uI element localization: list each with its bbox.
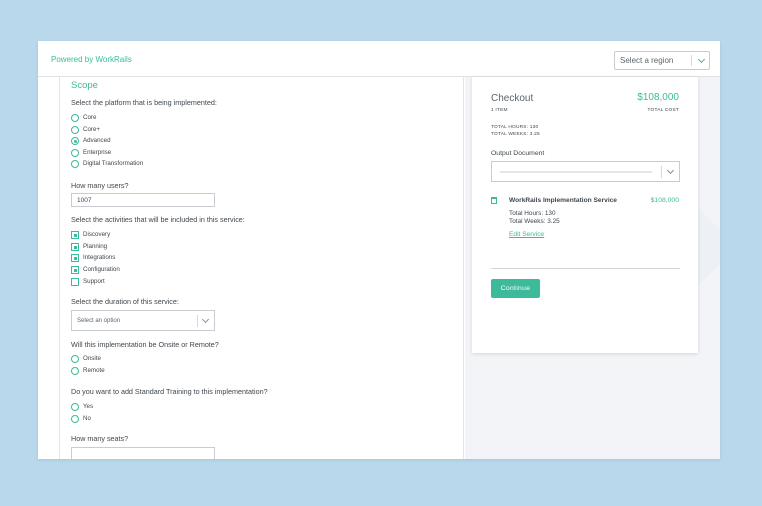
checkout-card: Checkout $108,000 1 ITEM TOTAL COST TOTA… [472,77,698,353]
total-cost-label: TOTAL COST [647,108,679,113]
question-platform: Select the platform that is being implem… [71,98,217,107]
question-users: How many users? [71,181,129,190]
top-bar: Powered by WorkRails Select a region [38,41,720,77]
question-training: Do you want to add Standard Training to … [71,387,268,396]
powered-by-label: Powered by WorkRails [51,55,132,64]
radio-button[interactable] [71,415,79,423]
option-label: Advanced [83,137,111,144]
radio-button[interactable] [71,149,79,157]
radio-button[interactable] [71,114,79,122]
option-label: Configuration [83,266,120,273]
radio-button-selected[interactable] [71,137,79,145]
divider [491,268,680,269]
radio-button[interactable] [71,160,79,168]
option-label: Core+ [83,126,101,133]
question-onsite-remote: Will this implementation be Onsite or Re… [71,340,219,349]
question-seats: How many seats? [71,434,129,443]
radio-button[interactable] [71,355,79,363]
users-input[interactable]: 1007 [71,193,215,207]
app-window: Powered by WorkRails Select a region Sco… [38,41,720,459]
question-duration: Select the duration of this service: [71,297,179,306]
checkout-panel: Checkout $108,000 1 ITEM TOTAL COST TOTA… [465,77,720,459]
option-label: Integrations [83,254,116,261]
option-label: No [83,415,91,422]
option-label: Enterprise [83,149,112,156]
radio-button[interactable] [71,126,79,134]
region-select-value: Select a region [620,56,674,65]
question-activities: Select the activities that will be inclu… [71,215,245,224]
radio-button[interactable] [71,367,79,375]
option-label: Onsite [83,355,101,362]
chevron-down-icon [201,315,210,324]
option-label: Core [83,114,97,121]
checkbox-unchecked[interactable] [71,278,79,286]
radio-button[interactable] [71,403,79,411]
checkout-title: Checkout [491,93,534,104]
option-label: Yes [83,403,94,410]
service-price: $108,000 [650,197,679,204]
option-label: Planning [83,243,108,250]
duration-select-value: Select an option [77,318,121,324]
users-input-value: 1007 [77,197,92,204]
service-hours: Total Hours: 130 [509,210,556,217]
checkbox-checked[interactable] [71,266,79,274]
option-label: Discovery [83,231,111,238]
service-weeks: Total Weeks: 3.25 [509,218,560,225]
scope-form-panel: Scope Select the platform that is being … [59,77,464,459]
duration-select[interactable]: Select an option [71,310,215,331]
chevron-down-icon [697,55,706,64]
checkbox-checked[interactable] [71,243,79,251]
service-name: WorkRails Implementation Service [509,197,617,204]
seats-input[interactable] [71,447,215,459]
total-weeks: TOTAL WEEKS: 3.25 [491,132,540,137]
select-divider [661,166,662,178]
option-label: Digital Transformation [83,160,144,167]
total-hours: TOTAL HOURS: 130 [491,125,539,130]
option-label: Support [83,278,105,285]
continue-button[interactable]: Continue [491,279,540,298]
output-document-label: Output Document [491,150,545,157]
chevron-down-icon [666,166,675,175]
select-divider [197,315,198,327]
checkout-total: $108,000 [637,92,679,103]
trash-icon[interactable] [491,197,497,204]
checkbox-checked[interactable] [71,231,79,239]
option-label: Remote [83,367,105,374]
section-title: Scope [71,80,98,91]
item-count: 1 ITEM [491,108,508,113]
select-divider [691,55,692,66]
region-select[interactable]: Select a region [614,51,710,70]
output-document-select[interactable] [491,161,680,182]
select-placeholder-bar [500,171,652,173]
edit-service-link[interactable]: Edit Service [509,231,544,238]
checkbox-checked[interactable] [71,254,79,262]
